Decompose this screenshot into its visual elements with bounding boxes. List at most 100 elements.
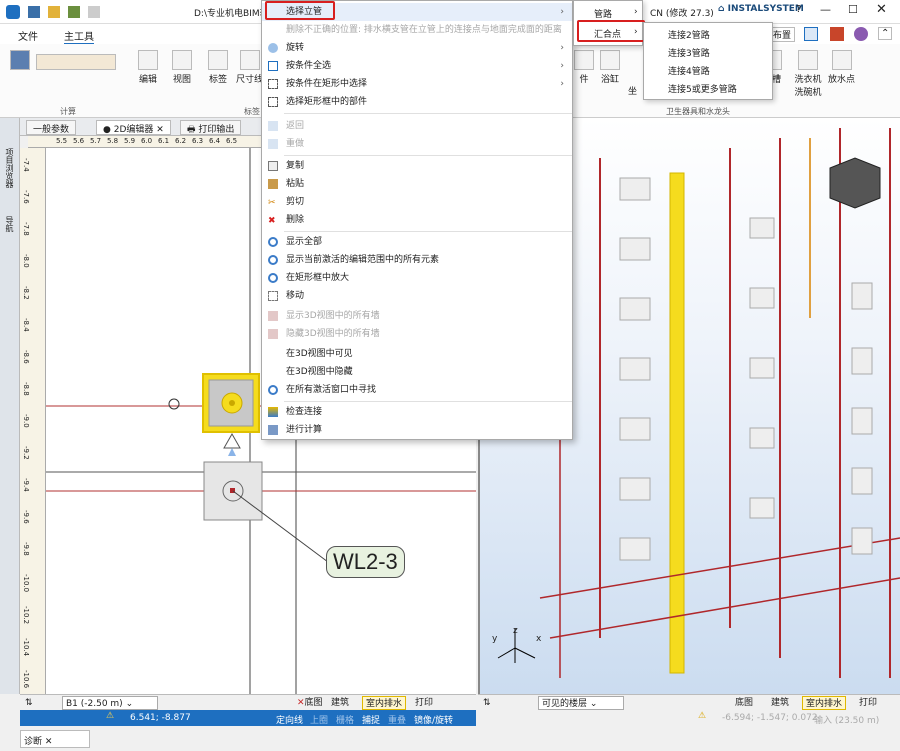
- collapse-ribbon-button[interactable]: ⌃: [878, 27, 893, 40]
- tab-print[interactable]: 打印: [412, 696, 436, 710]
- drain-point-button[interactable]: 放水点: [828, 50, 855, 85]
- navigator-tab[interactable]: 导航: [4, 216, 15, 232]
- cut-part-button[interactable]: 件: [574, 50, 594, 85]
- view-cube[interactable]: [829, 157, 881, 209]
- pin-icon[interactable]: ✕: [45, 737, 53, 747]
- close-button[interactable]: ✕: [876, 2, 887, 17]
- minimize-button[interactable]: —: [820, 3, 831, 16]
- menu-item-delete-label: 删除: [286, 215, 305, 225]
- help-button[interactable]: ?: [796, 4, 801, 15]
- tab-building[interactable]: 建筑: [328, 696, 352, 710]
- axis-y-label: y: [492, 634, 498, 644]
- menu-item-select-by-condition[interactable]: 按条件全选 ›: [262, 57, 572, 75]
- status-top[interactable]: 上圈: [310, 713, 328, 726]
- status-overlap[interactable]: 重叠: [388, 713, 406, 726]
- edit-button[interactable]: 编辑: [138, 50, 158, 85]
- menu-item-run-calculation[interactable]: 进行计算: [262, 421, 572, 439]
- open-icon[interactable]: [48, 6, 60, 18]
- delete-icon: ✖: [268, 216, 276, 226]
- tab-3d-print[interactable]: 打印: [856, 696, 880, 710]
- tab-general-params[interactable]: 一般参数: [26, 120, 77, 135]
- toolbar-icon-a[interactable]: [804, 27, 818, 41]
- menu-item-undo: 返回: [262, 117, 572, 135]
- print-icon[interactable]: [68, 6, 80, 18]
- menu-item-hide-3d-walls: 隐藏3D视图中的所有墙: [262, 325, 572, 343]
- submenu-junction: 连接2管路 连接3管路 连接4管路 连接5或更多管路: [643, 22, 773, 100]
- ruler-v-tick: -8.4: [22, 318, 30, 332]
- diagnose-tab[interactable]: 诊断 ✕: [20, 730, 90, 748]
- status-positioning[interactable]: 定向线: [276, 713, 303, 726]
- nav-up-down-icon[interactable]: ⇅: [22, 696, 36, 710]
- menu-item-cut[interactable]: ✂ 剪切: [262, 193, 572, 211]
- visible-floors-select[interactable]: 可见的楼层 ⌄: [538, 696, 624, 710]
- menu-main-tools[interactable]: 主工具: [64, 28, 94, 45]
- scissors-icon: ✂: [268, 198, 276, 208]
- bathtub-button[interactable]: 浴缸: [600, 50, 620, 85]
- tab-3d-indoor-drain[interactable]: 室内排水: [802, 696, 847, 710]
- cursor-3d-coords: -6.594; -1.547; 0.072: [722, 713, 818, 723]
- toolbar-icon-b[interactable]: [830, 27, 844, 41]
- submenu-connect-4[interactable]: 连接4管路: [668, 64, 710, 77]
- menu-item-select-parts-in-rect[interactable]: 选择矩形框中的部件: [262, 93, 572, 111]
- label-button[interactable]: 标签: [208, 50, 228, 85]
- menu-item-copy[interactable]: 复制: [262, 157, 572, 175]
- calc-icon[interactable]: [10, 50, 30, 72]
- chevron-right-icon: ›: [634, 7, 638, 17]
- tab-2d-editor[interactable]: ● 2D编辑器 ✕: [96, 120, 171, 135]
- tab-3d-building[interactable]: 建筑: [768, 696, 792, 710]
- ruler-v-tick: -8.2: [22, 286, 30, 300]
- dimension-button[interactable]: 尺寸线: [236, 50, 263, 85]
- pipe-tag-label[interactable]: WL2-3: [326, 546, 405, 578]
- tab-3d-floor-plan[interactable]: 底图: [732, 696, 756, 710]
- view-button[interactable]: 视图: [172, 50, 192, 85]
- axis-x-label: x: [536, 634, 542, 644]
- menu-item-rotate[interactable]: 旋转 ›: [262, 39, 572, 57]
- submenu-connect-5plus[interactable]: 连接5或更多管路: [668, 82, 737, 95]
- toolbar-icon-c[interactable]: [854, 27, 868, 41]
- status-mirror[interactable]: 镜像/旋转: [414, 713, 453, 726]
- submenu-connect-3[interactable]: 连接3管路: [668, 46, 710, 59]
- tab-indoor-drain[interactable]: 室内排水: [362, 696, 407, 710]
- tab-3d-print-label: 打印: [859, 698, 878, 708]
- status-snap[interactable]: 捕捉: [362, 713, 380, 726]
- group-calc-label: 计算: [60, 107, 76, 116]
- chevron-right-icon: ›: [560, 61, 564, 71]
- undo-icon[interactable]: [88, 6, 100, 18]
- nav-3d-icons[interactable]: ⇅: [480, 696, 494, 710]
- warning-icon[interactable]: ⚠: [106, 711, 114, 721]
- status-grid[interactable]: 栅格: [336, 713, 354, 726]
- close-icon[interactable]: ✕: [156, 125, 164, 135]
- tools-icons[interactable]: [36, 54, 116, 72]
- menu-file[interactable]: 文件: [18, 28, 38, 43]
- undo-icon: [268, 121, 278, 131]
- menu-item-select-in-rect-by-condition[interactable]: 按条件在矩形中选择 ›: [262, 75, 572, 93]
- menu-item-zoom-in-rect[interactable]: 在矩形框中放大: [262, 269, 572, 287]
- project-browser-tab[interactable]: 项目浏览器: [4, 148, 15, 188]
- status-bar-2d: ⚠ 6.541; -8.877 定向线 上圈 栅格 捕捉 重叠 镜像/旋转: [20, 710, 476, 726]
- washer-button[interactable]: 洗衣机 洗碗机: [790, 50, 826, 98]
- menu-item-check-connection[interactable]: 检查连接: [262, 403, 572, 421]
- menu-item-select-by-condition-label: 按条件全选: [286, 61, 332, 71]
- submenu-item-pipes[interactable]: 管路 ›: [594, 7, 642, 20]
- tab-print-output[interactable]: 🖶 打印输出: [180, 120, 242, 135]
- menu-item-show-active-elements[interactable]: 显示当前激活的编辑范围中的所有元素: [262, 251, 572, 269]
- menu-item-hide-in-3d[interactable]: 在3D视图中隐藏: [262, 363, 572, 381]
- coord-button[interactable]: 坐: [628, 84, 637, 97]
- save-icon[interactable]: [28, 6, 40, 18]
- submenu-connect-2[interactable]: 连接2管路: [668, 28, 710, 41]
- menu-item-visible-in-3d[interactable]: 在3D视图中可见: [262, 345, 572, 363]
- rect-parts-icon: [268, 97, 278, 107]
- ruler-h-tick: 5.8: [107, 137, 119, 145]
- maximize-button[interactable]: ☐: [848, 3, 858, 16]
- cut-part-label: 件: [579, 75, 589, 85]
- menu-item-show-all[interactable]: 显示全部: [262, 233, 572, 251]
- menu-item-find-in-windows[interactable]: 在所有激活窗口中寻找: [262, 381, 572, 399]
- menu-item-paste[interactable]: 粘贴: [262, 175, 572, 193]
- menu-item-move[interactable]: 移动: [262, 287, 572, 305]
- menu-item-select-parts-label: 选择矩形框中的部件: [286, 97, 368, 107]
- context-menu: 选择立管 › 删除不正确的位置: 排水横支管在立管上的连接点与地面完成面的距离 旋…: [261, 0, 573, 440]
- menu-item-delete[interactable]: ✖ 删除: [262, 211, 572, 229]
- floor-select[interactable]: B1 (-2.50 m) ⌄: [62, 696, 158, 710]
- tab-floor-plan[interactable]: ✕底图: [294, 696, 326, 710]
- warning-3d-icon[interactable]: ⚠: [698, 711, 706, 721]
